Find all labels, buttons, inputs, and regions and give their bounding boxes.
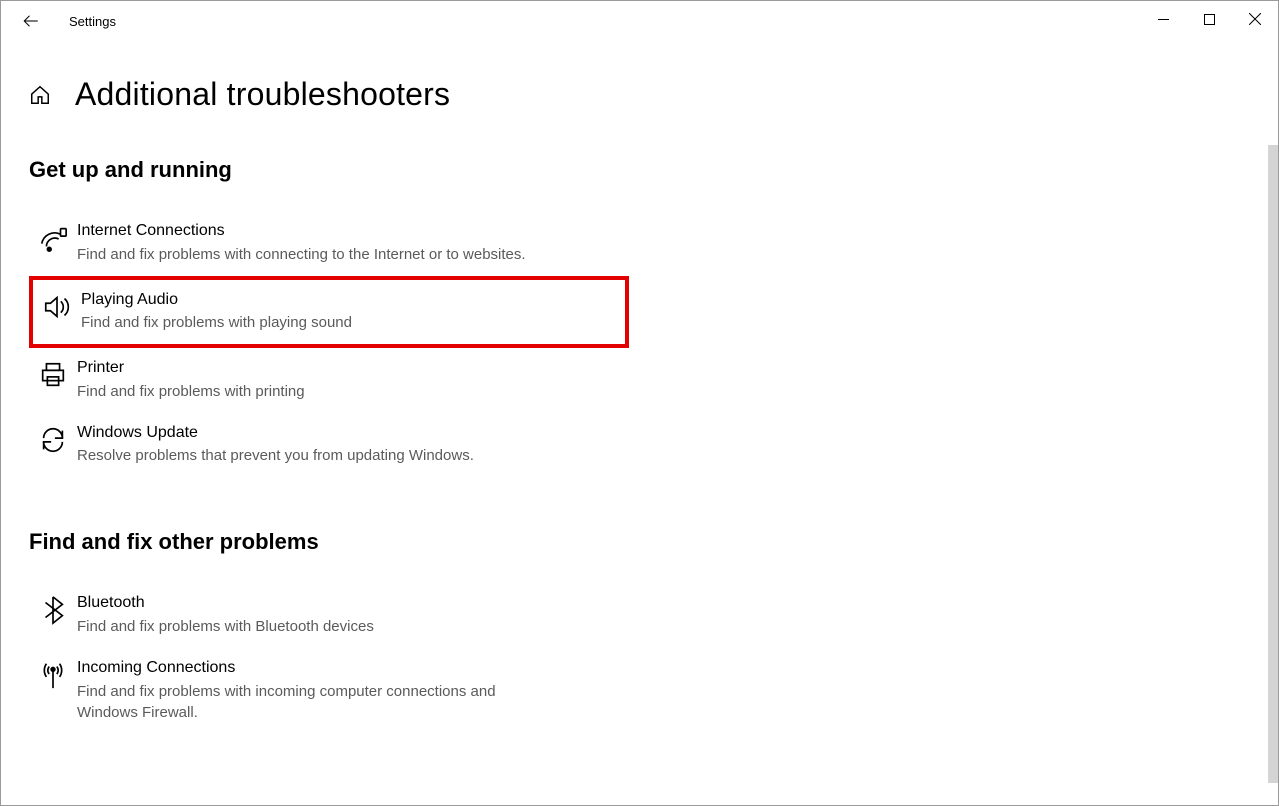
item-desc: Find and fix problems with printing: [77, 381, 557, 403]
item-desc: Resolve problems that prevent you from u…: [77, 445, 557, 467]
bluetooth-icon: [29, 593, 77, 625]
item-desc: Find and fix problems with Bluetooth dev…: [77, 616, 557, 638]
item-incoming-connections[interactable]: Incoming Connections Find and fix proble…: [29, 648, 629, 734]
item-text: Windows Update Resolve problems that pre…: [77, 423, 619, 468]
section2-title: Find and fix other problems: [29, 529, 893, 555]
item-text: Incoming Connections Find and fix proble…: [77, 658, 619, 724]
minimize-icon: [1158, 14, 1169, 25]
audio-icon: [33, 290, 81, 322]
item-title: Incoming Connections: [77, 658, 619, 679]
close-button[interactable]: [1232, 3, 1278, 35]
maximize-icon: [1204, 14, 1215, 25]
section1-title: Get up and running: [29, 157, 893, 183]
titlebar: Settings: [1, 1, 1278, 41]
maximize-button[interactable]: [1186, 3, 1232, 35]
close-icon: [1249, 13, 1261, 25]
item-title: Windows Update: [77, 423, 619, 444]
home-icon[interactable]: [29, 84, 51, 106]
minimize-button[interactable]: [1140, 3, 1186, 35]
item-text: Printer Find and fix problems with print…: [77, 358, 619, 403]
item-text: Playing Audio Find and fix problems with…: [81, 290, 615, 335]
scrollbar[interactable]: [1268, 145, 1278, 783]
page-title: Additional troubleshooters: [75, 76, 450, 113]
antenna-icon: [29, 658, 77, 690]
item-internet-connections[interactable]: Internet Connections Find and fix proble…: [29, 211, 629, 276]
item-printer[interactable]: Printer Find and fix problems with print…: [29, 348, 629, 413]
item-desc: Find and fix problems with playing sound: [81, 312, 561, 334]
item-windows-update[interactable]: Windows Update Resolve problems that pre…: [29, 413, 629, 478]
app-title: Settings: [69, 14, 116, 29]
item-bluetooth[interactable]: Bluetooth Find and fix problems with Blu…: [29, 583, 629, 648]
item-text: Internet Connections Find and fix proble…: [77, 221, 619, 266]
titlebar-left: Settings: [11, 1, 116, 41]
item-title: Printer: [77, 358, 619, 379]
update-icon: [29, 423, 77, 455]
page-header: Additional troubleshooters: [29, 76, 893, 113]
window-controls: [1140, 7, 1278, 35]
back-button[interactable]: [11, 1, 51, 41]
printer-icon: [29, 358, 77, 390]
scrollbar-thumb[interactable]: [1269, 145, 1278, 783]
internet-icon: [29, 221, 77, 253]
item-desc: Find and fix problems with connecting to…: [77, 244, 557, 266]
item-title: Bluetooth: [77, 593, 619, 614]
item-text: Bluetooth Find and fix problems with Blu…: [77, 593, 619, 638]
arrow-left-icon: [22, 12, 40, 30]
item-playing-audio[interactable]: Playing Audio Find and fix problems with…: [29, 276, 629, 349]
item-title: Internet Connections: [77, 221, 619, 242]
item-title: Playing Audio: [81, 290, 615, 311]
item-desc: Find and fix problems with incoming comp…: [77, 681, 557, 725]
content: Additional troubleshooters Get up and ru…: [1, 41, 921, 734]
